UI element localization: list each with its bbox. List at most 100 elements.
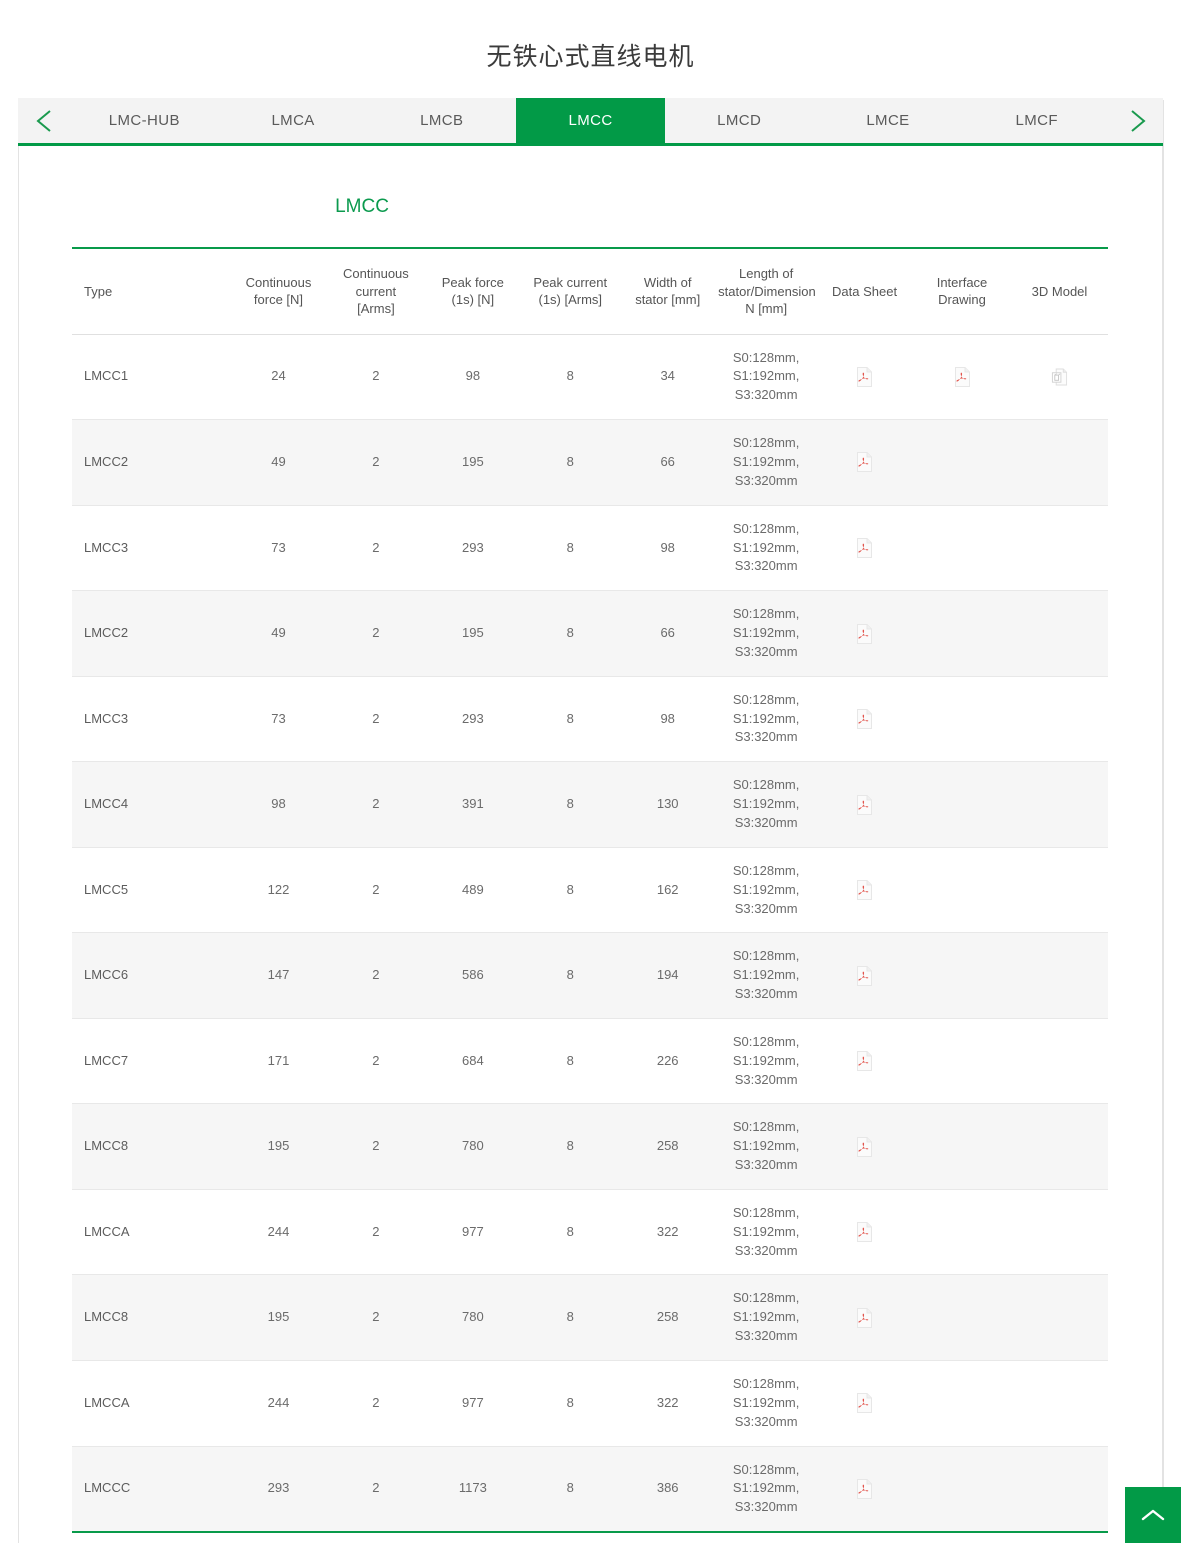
pdf-icon[interactable] xyxy=(856,1051,873,1071)
table-row: LMCCA24429778322S0:128mm, S1:192mm, S3:3… xyxy=(72,1189,1108,1275)
cell-data-sheet[interactable] xyxy=(816,1189,913,1275)
pdf-icon[interactable] xyxy=(856,1222,873,1242)
tabs-next-arrow-icon[interactable] xyxy=(1111,98,1163,143)
cell-data-sheet[interactable] xyxy=(816,591,913,677)
cell-peak-current: 8 xyxy=(521,591,619,677)
cell-continuous-current: 2 xyxy=(327,676,424,762)
cell-data-sheet[interactable] xyxy=(816,1018,913,1104)
cell-data-sheet[interactable] xyxy=(816,847,913,933)
pdf-icon[interactable] xyxy=(954,367,971,387)
cell-peak-force: 489 xyxy=(424,847,521,933)
3d-model-icon[interactable] xyxy=(1051,367,1068,387)
cell-length-of-stator: S0:128mm, S1:192mm, S3:320mm xyxy=(716,1104,816,1190)
cell-length-of-stator: S0:128mm, S1:192mm, S3:320mm xyxy=(716,1189,816,1275)
cell-interface-drawing xyxy=(913,933,1011,1019)
cell-data-sheet[interactable] xyxy=(816,1275,913,1361)
cell-data-sheet[interactable] xyxy=(816,420,913,506)
pdf-icon[interactable] xyxy=(856,367,873,387)
cell-peak-current: 8 xyxy=(521,505,619,591)
tab-lmce[interactable]: LMCE xyxy=(814,98,963,143)
cell-continuous-force: 195 xyxy=(230,1275,328,1361)
tab-lmcf[interactable]: LMCF xyxy=(962,98,1111,143)
cell-3d-model xyxy=(1011,933,1108,1019)
table-row: LMCC124298834S0:128mm, S1:192mm, S3:320m… xyxy=(72,334,1108,420)
col-header-type: Type xyxy=(72,249,230,334)
cell-peak-force: 780 xyxy=(424,1275,521,1361)
pdf-icon[interactable] xyxy=(856,538,873,558)
cell-data-sheet[interactable] xyxy=(816,933,913,1019)
cell-width-of-stator: 194 xyxy=(619,933,716,1019)
pdf-icon[interactable] xyxy=(856,624,873,644)
tab-lmcb[interactable]: LMCB xyxy=(367,98,516,143)
col-header-3d-model: 3D Model xyxy=(1011,249,1108,334)
tab-lmcc[interactable]: LMCC xyxy=(516,98,665,143)
cell-width-of-stator: 258 xyxy=(619,1275,716,1361)
col-header-peak-force: Peak force (1s) [N] xyxy=(424,249,521,334)
content-panel: LMCC Type Continuous force [N] xyxy=(18,146,1163,1543)
cell-continuous-force: 49 xyxy=(230,591,328,677)
cell-3d-model xyxy=(1011,1446,1108,1531)
cell-peak-force: 977 xyxy=(424,1361,521,1447)
cell-width-of-stator: 226 xyxy=(619,1018,716,1104)
cell-peak-force: 391 xyxy=(424,762,521,848)
cell-type: LMCCA xyxy=(72,1189,230,1275)
cell-length-of-stator: S0:128mm, S1:192mm, S3:320mm xyxy=(716,1275,816,1361)
cell-3d-model[interactable] xyxy=(1011,334,1108,420)
cell-peak-current: 8 xyxy=(521,1104,619,1190)
cell-interface-drawing xyxy=(913,505,1011,591)
pdf-icon[interactable] xyxy=(856,1308,873,1328)
pdf-icon[interactable] xyxy=(856,709,873,729)
tab-lmca[interactable]: LMCA xyxy=(219,98,368,143)
cell-data-sheet[interactable] xyxy=(816,1446,913,1531)
pdf-icon[interactable] xyxy=(856,452,873,472)
chevron-up-icon xyxy=(1140,1507,1166,1523)
cell-data-sheet[interactable] xyxy=(816,1104,913,1190)
pdf-icon[interactable] xyxy=(856,1137,873,1157)
pdf-icon[interactable] xyxy=(856,1393,873,1413)
cell-width-of-stator: 130 xyxy=(619,762,716,848)
pdf-icon[interactable] xyxy=(856,966,873,986)
cell-interface-drawing xyxy=(913,1104,1011,1190)
table-row: LMCC819527808258S0:128mm, S1:192mm, S3:3… xyxy=(72,1275,1108,1361)
pdf-icon[interactable] xyxy=(856,795,873,815)
cell-data-sheet[interactable] xyxy=(816,676,913,762)
pdf-icon[interactable] xyxy=(856,1479,873,1499)
table-row: LMCC49823918130S0:128mm, S1:192mm, S3:32… xyxy=(72,762,1108,848)
cell-data-sheet[interactable] xyxy=(816,1361,913,1447)
cell-peak-current: 8 xyxy=(521,762,619,848)
cell-continuous-current: 2 xyxy=(327,591,424,677)
cell-data-sheet[interactable] xyxy=(816,505,913,591)
col-header-data-sheet: Data Sheet xyxy=(816,249,913,334)
table-row: LMCC819527808258S0:128mm, S1:192mm, S3:3… xyxy=(72,1104,1108,1190)
cell-peak-current: 8 xyxy=(521,1446,619,1531)
cell-data-sheet[interactable] xyxy=(816,762,913,848)
pdf-icon[interactable] xyxy=(856,880,873,900)
cell-continuous-force: 73 xyxy=(230,676,328,762)
page-title: 无铁心式直线电机 xyxy=(0,0,1181,98)
cell-3d-model xyxy=(1011,505,1108,591)
cell-interface-drawing[interactable] xyxy=(913,334,1011,420)
cell-3d-model xyxy=(1011,676,1108,762)
cell-peak-force: 98 xyxy=(424,334,521,420)
cell-width-of-stator: 98 xyxy=(619,505,716,591)
cell-peak-current: 8 xyxy=(521,1189,619,1275)
tab-lmc-hub[interactable]: LMC-HUB xyxy=(70,98,219,143)
cell-data-sheet[interactable] xyxy=(816,334,913,420)
cell-interface-drawing xyxy=(913,1361,1011,1447)
cell-length-of-stator: S0:128mm, S1:192mm, S3:320mm xyxy=(716,1446,816,1531)
cell-peak-force: 293 xyxy=(424,505,521,591)
tabs-prev-arrow-icon[interactable] xyxy=(18,98,70,143)
tab-lmcd[interactable]: LMCD xyxy=(665,98,814,143)
cell-type: LMCCA xyxy=(72,1361,230,1447)
cell-length-of-stator: S0:128mm, S1:192mm, S3:320mm xyxy=(716,591,816,677)
cell-peak-current: 8 xyxy=(521,420,619,506)
tab-bar: LMC-HUBLMCALMCBLMCCLMCDLMCELMCF xyxy=(18,98,1163,146)
cell-interface-drawing xyxy=(913,420,1011,506)
cell-3d-model xyxy=(1011,762,1108,848)
cell-type: LMCC5 xyxy=(72,847,230,933)
cell-peak-current: 8 xyxy=(521,847,619,933)
table-row: LMCC2492195866S0:128mm, S1:192mm, S3:320… xyxy=(72,420,1108,506)
cell-width-of-stator: 98 xyxy=(619,676,716,762)
cell-peak-force: 586 xyxy=(424,933,521,1019)
scroll-to-top-button[interactable] xyxy=(1125,1487,1181,1543)
